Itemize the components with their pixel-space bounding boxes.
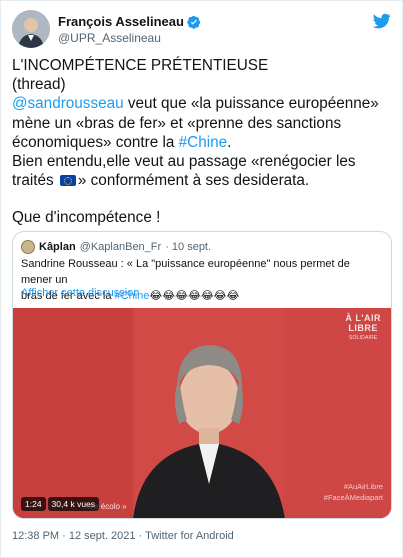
tweet-timestamp[interactable]: 12:38 PM · 12 sept. 2021 · Twitter for A… bbox=[12, 530, 234, 542]
tweet-body: L'INCOMPÉTENCE PRÉTENTIEUSE (thread) @sa… bbox=[12, 56, 396, 228]
quoted-author-handle: @KaplanBen_Fr bbox=[79, 241, 162, 253]
twitter-logo-icon[interactable] bbox=[372, 12, 392, 30]
tweet-text-fragment: veut que «la puissance européenne» bbox=[123, 95, 379, 113]
video-player[interactable]: À L'AIR LIBRE SOLIDAIRE #AuAirLibre #Fac… bbox=[13, 308, 391, 518]
video-hashtags: #AuAirLibre #FaceÀMediapart bbox=[324, 481, 383, 503]
brand-line: À L'AIR bbox=[345, 313, 381, 323]
mention-link[interactable]: @sandrousseau bbox=[12, 95, 124, 112]
quoted-author-name: Kâplan bbox=[39, 241, 76, 253]
tweet-card: François Asselineau @UPR_Asselineau L'IN… bbox=[0, 0, 403, 558]
avatar[interactable] bbox=[12, 10, 50, 48]
video-hashtag: #AuAirLibre bbox=[343, 482, 383, 491]
quoted-avatar bbox=[21, 240, 35, 254]
video-views: 30,4 k vues bbox=[47, 497, 100, 511]
quoted-date: · 10 sept. bbox=[165, 241, 212, 253]
video-badge: 1:24 30,4 k vues bbox=[21, 497, 100, 511]
quoted-emoji: 😂😂😂😂😂😂😂 bbox=[149, 290, 240, 302]
tweet-text-fragment: traités bbox=[12, 172, 58, 190]
tweet-line: traités » conformément à ses desiderata. bbox=[12, 171, 396, 190]
tweet-line: Que d'incompétence ! bbox=[12, 209, 161, 227]
show-thread-link[interactable]: Afficher cette discussion bbox=[21, 287, 139, 299]
tweet-line: économiques» contre la #Chine. bbox=[12, 133, 396, 152]
tweet-text-fragment: » conformément à ses desiderata. bbox=[77, 172, 310, 190]
tweet-text-fragment: . bbox=[227, 133, 232, 151]
brand-sub: SOLIDAIRE bbox=[348, 335, 378, 341]
tweet-line: L'INCOMPÉTENCE PRÉTENTIEUSE bbox=[12, 57, 269, 74]
tweet-line: Bien entendu,elle veut au passage «renég… bbox=[12, 153, 356, 171]
quoted-tweet-header: Kâplan @KaplanBen_Fr · 10 sept. bbox=[21, 240, 211, 254]
author-handle[interactable]: @UPR_Asselineau bbox=[58, 31, 201, 45]
verified-badge-icon bbox=[187, 15, 201, 29]
author-name[interactable]: François Asselineau bbox=[58, 14, 184, 29]
quoted-tweet[interactable]: Kâplan @KaplanBen_Fr · 10 sept. Sandrine… bbox=[12, 231, 392, 519]
tweet-line: @sandrousseau veut que «la puissance eur… bbox=[12, 94, 396, 113]
tweet-line: mène un «bras de fer» et «prenne des san… bbox=[12, 114, 342, 132]
tweet-header: François Asselineau @UPR_Asselineau bbox=[12, 10, 392, 50]
video-duration: 1:24 bbox=[21, 497, 46, 511]
author-info: François Asselineau @UPR_Asselineau bbox=[58, 14, 201, 45]
tweet-line: (thread) bbox=[12, 76, 66, 94]
video-brand: À L'AIR LIBRE SOLIDAIRE bbox=[345, 313, 381, 343]
quoted-line: Sandrine Rousseau : « La "puissance euro… bbox=[21, 258, 350, 286]
tweet-text-fragment: économiques» contre la bbox=[12, 133, 179, 151]
hashtag-link[interactable]: #Chine bbox=[179, 134, 227, 151]
video-hashtag: #FaceÀMediapart bbox=[323, 493, 383, 502]
brand-line: LIBRE bbox=[348, 323, 378, 333]
eu-flag-icon bbox=[59, 175, 76, 187]
